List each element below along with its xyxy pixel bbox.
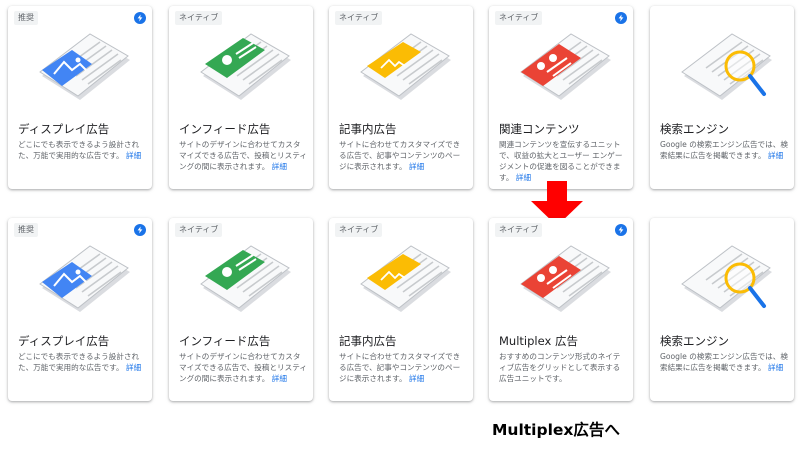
- search-engine-illustration: [662, 24, 782, 112]
- in-article-ad-illustration: [341, 236, 461, 324]
- card-title: 記事内広告: [339, 122, 397, 136]
- card-description: どこにでも表示できるよう設計された、万能で実用的な広告です。 詳細: [18, 352, 142, 372]
- card-title: 検索エンジン: [660, 334, 729, 348]
- in-feed-ad-illustration: [181, 24, 301, 112]
- details-link[interactable]: 詳細: [409, 162, 424, 171]
- ad-type-card-in-article[interactable]: ネイティブ 記事内広告 サイトに合わせてカスタマイズできる広告で、記事やコンテン…: [329, 218, 473, 401]
- card-title: 検索エンジン: [660, 122, 729, 136]
- card-title: インフィード広告: [179, 122, 271, 136]
- ad-type-card-in-article[interactable]: ネイティブ 記事内広告 サイトに合わせてカスタマイズできる広告で、記事やコンテン…: [329, 6, 473, 189]
- details-link[interactable]: 詳細: [768, 151, 783, 160]
- details-link[interactable]: 詳細: [272, 162, 287, 171]
- ad-type-card-in-feed[interactable]: ネイティブ インフィード広告 サイトのデザインに合わせてカスタマイズできる広告で…: [169, 218, 313, 401]
- ad-type-card-search-engine[interactable]: 検索エンジン Google の検索エンジン広告では、検索結果に広告を掲載できます…: [650, 218, 794, 401]
- native-badge: ネイティブ: [495, 223, 543, 237]
- card-description: サイトに合わせてカスタマイズできる広告で、記事やコンテンツのページに表示されます…: [339, 140, 461, 171]
- bolt-icon: [615, 224, 627, 236]
- in-article-ad-illustration: [341, 24, 461, 112]
- bolt-icon: [615, 12, 627, 24]
- recommended-badge: 推奨: [14, 11, 38, 25]
- card-description: Google の検索エンジン広告では、検索結果に広告を掲載できます。 詳細: [660, 352, 788, 372]
- ad-type-card-matched-content[interactable]: ネイティブ 関連コンテンツ 関連コンテンツを宣伝するユニットで、収益の拡大とユー…: [489, 6, 633, 189]
- details-link[interactable]: 詳細: [409, 374, 424, 383]
- card-description: 関連コンテンツを宣伝するユニットで、収益の拡大とユーザー エンゲージメントの促進…: [499, 140, 623, 182]
- card-title: ディスプレイ広告: [18, 334, 110, 348]
- ad-type-card-multiplex[interactable]: ネイティブ Multiplex 広告 おすすめのコンテンツ形式のネイティブ広告を…: [489, 218, 633, 401]
- native-badge: ネイティブ: [495, 11, 543, 25]
- card-description: Google の検索エンジン広告では、検索結果に広告を掲載できます。 詳細: [660, 140, 788, 160]
- card-title: Multiplex 広告: [499, 334, 578, 348]
- display-ad-illustration: [20, 236, 140, 324]
- native-badge: ネイティブ: [175, 11, 223, 25]
- ad-type-card-display[interactable]: 推奨 ディスプレイ広告 どこにでも表示できるよう設計された、万能で実用的な広告で…: [8, 6, 152, 189]
- card-description: サイトのデザインに合わせてカスタマイズできる広告で、投稿とリスティングの間に表示…: [179, 352, 307, 383]
- card-description: サイトに合わせてカスタマイズできる広告で、記事やコンテンツのページに表示されます…: [339, 352, 461, 383]
- card-title: ディスプレイ広告: [18, 122, 110, 136]
- details-link[interactable]: 詳細: [768, 363, 783, 372]
- matched-content-illustration: [501, 24, 621, 112]
- details-link[interactable]: 詳細: [272, 374, 287, 383]
- native-badge: ネイティブ: [175, 223, 223, 237]
- multiplex-ad-illustration: [501, 236, 621, 324]
- bolt-icon: [134, 224, 146, 236]
- ad-type-card-search-engine[interactable]: 検索エンジン Google の検索エンジン広告では、検索結果に広告を掲載できます…: [650, 6, 794, 189]
- card-description: おすすめのコンテンツ形式のネイティブ広告をグリッドとして表示する広告ユニットです…: [499, 352, 621, 383]
- search-engine-illustration: [662, 236, 782, 324]
- native-badge: ネイティブ: [335, 11, 383, 25]
- ad-type-card-display[interactable]: 推奨 ディスプレイ広告 どこにでも表示できるよう設計された、万能で実用的な広告で…: [8, 218, 152, 401]
- ad-type-card-in-feed[interactable]: ネイティブ インフィード広告 サイトのデザインに合わせてカスタマイズできる広告で…: [169, 6, 313, 189]
- card-title: インフィード広告: [179, 334, 271, 348]
- card-title: 記事内広告: [339, 334, 397, 348]
- bolt-icon: [134, 12, 146, 24]
- recommended-badge: 推奨: [14, 223, 38, 237]
- native-badge: ネイティブ: [335, 223, 383, 237]
- card-description: サイトのデザインに合わせてカスタマイズできる広告で、投稿とリスティングの間に表示…: [179, 140, 307, 171]
- details-link[interactable]: 詳細: [126, 151, 141, 160]
- display-ad-illustration: [20, 24, 140, 112]
- card-description: どこにでも表示できるよう設計された、万能で実用的な広告です。 詳細: [18, 140, 142, 160]
- card-title: 関連コンテンツ: [499, 122, 580, 136]
- details-link[interactable]: 詳細: [126, 363, 141, 372]
- in-feed-ad-illustration: [181, 236, 301, 324]
- caption-text: Multiplex広告へ: [492, 421, 620, 439]
